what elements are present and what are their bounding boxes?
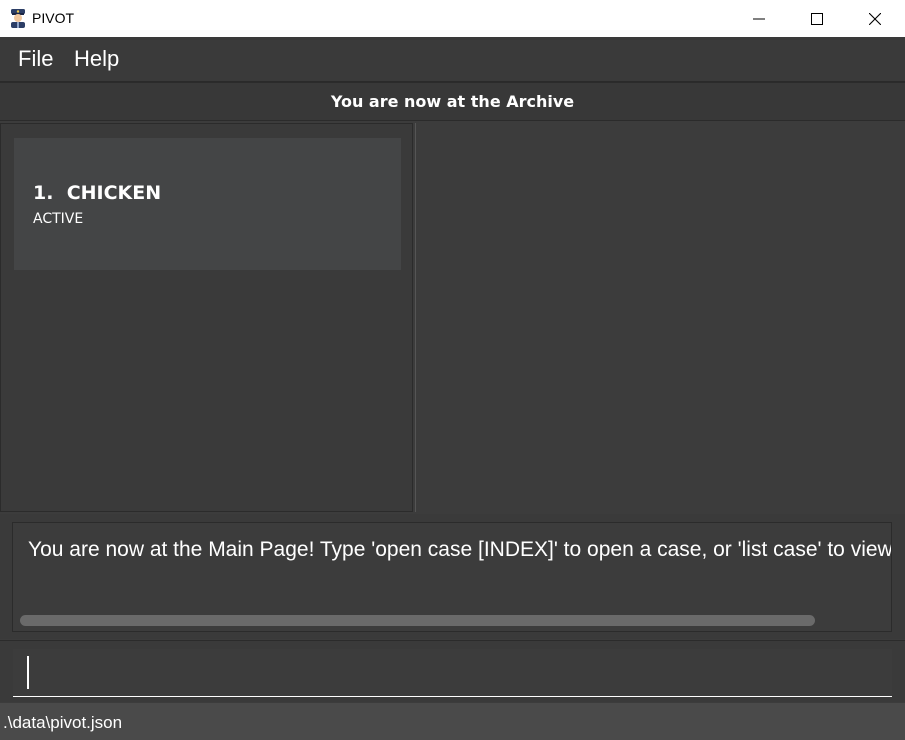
menu-bar: File Help [0,37,905,82]
command-input[interactable] [13,649,892,697]
menu-file[interactable]: File [18,46,53,72]
location-header: You are now at the Archive [0,82,905,121]
app-window: PIVOT File Help You are now at the Archi… [0,0,905,740]
scrollbar-thumb[interactable] [20,615,815,626]
maximize-button[interactable] [788,0,846,37]
case-title: 1. CHICKEN [33,182,161,205]
command-box-area [0,640,905,702]
close-button[interactable] [846,0,904,37]
menu-help[interactable]: Help [74,46,119,72]
case-name: CHICKEN [66,182,162,204]
title-bar[interactable]: PIVOT [0,0,905,37]
minimize-button[interactable] [730,0,788,37]
result-message: You are now at the Main Page! Type 'open… [28,538,892,561]
result-display-area: You are now at the Main Page! Type 'open… [0,514,905,639]
case-list-panel[interactable]: 1. CHICKEN ACTIVE [0,123,413,512]
case-index: 1. [33,182,54,204]
result-display[interactable]: You are now at the Main Page! Type 'open… [12,522,892,632]
window-title: PIVOT [32,10,75,26]
police-officer-icon [11,9,25,28]
location-status-text: You are now at the Archive [330,92,575,111]
case-detail-panel [415,123,905,512]
status-bar: .\data\pivot.json [0,703,905,740]
case-list-item[interactable]: 1. CHICKEN ACTIVE [14,138,401,270]
minimize-icon [753,18,765,19]
maximize-icon [811,12,823,25]
case-status: ACTIVE [33,211,84,227]
close-icon [869,12,881,25]
data-file-path: .\data\pivot.json [3,713,123,732]
text-caret [27,656,29,689]
horizontal-scrollbar[interactable] [19,613,885,627]
